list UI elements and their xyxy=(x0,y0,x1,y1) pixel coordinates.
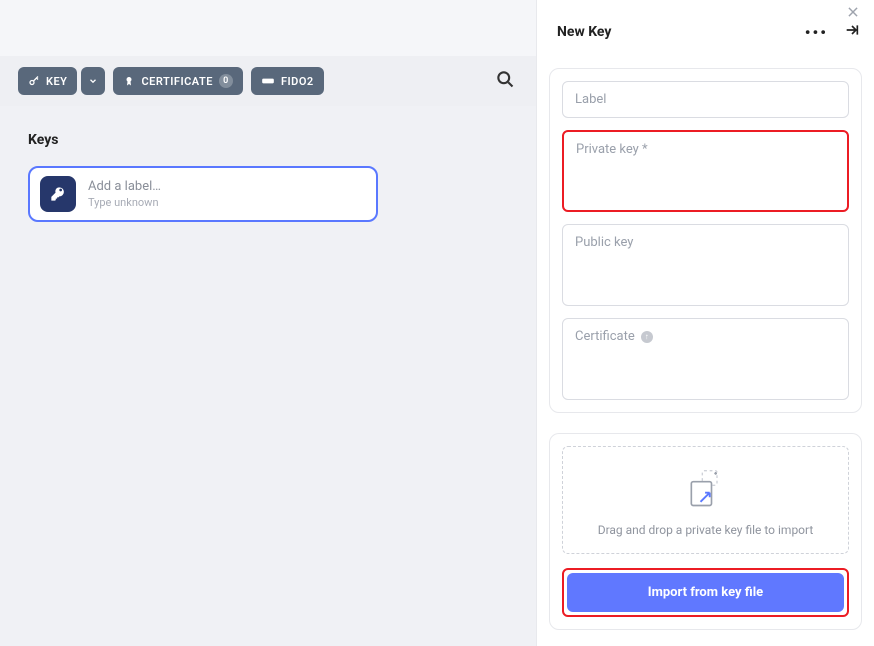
close-panel-button[interactable] xyxy=(846,4,860,23)
filter-chip-certificate[interactable]: CERTIFICATE 0 xyxy=(113,67,243,95)
certificate-input[interactable]: Certificate ↑ xyxy=(562,318,849,400)
key-item-label: Add a label… xyxy=(88,179,161,194)
dropzone-text: Drag and drop a private key file to impo… xyxy=(573,523,838,537)
panel-title: New Key xyxy=(557,24,611,40)
certificate-icon xyxy=(123,75,135,87)
field-placeholder: Public key xyxy=(575,235,633,250)
app-header xyxy=(0,0,537,56)
fido2-icon xyxy=(261,76,275,86)
more-options-button[interactable]: ••• xyxy=(805,23,828,42)
close-icon xyxy=(846,5,860,19)
key-item-icon-box xyxy=(40,176,76,212)
import-button-label: Import from key file xyxy=(648,585,763,600)
filter-chip-label: FIDO2 xyxy=(281,75,314,88)
filter-key-dropdown[interactable] xyxy=(81,67,105,95)
chevron-down-icon xyxy=(88,76,98,86)
new-key-panel: New Key ••• Label Private key * Public k… xyxy=(537,0,874,646)
filter-bar: KEY CERTIFICATE 0 FIDO2 xyxy=(0,56,537,106)
label-input[interactable]: Label xyxy=(562,81,849,118)
expand-panel-button[interactable] xyxy=(842,22,862,42)
filter-chip-fido2[interactable]: FIDO2 xyxy=(251,67,324,95)
search-icon xyxy=(495,69,515,89)
expand-icon xyxy=(842,22,862,38)
dropzone-icon xyxy=(573,467,838,511)
key-item-sublabel: Type unknown xyxy=(88,196,161,209)
import-button-highlight: Import from key file xyxy=(562,568,849,617)
public-key-input[interactable]: Public key xyxy=(562,224,849,306)
certificate-count-badge: 0 xyxy=(219,74,233,88)
upload-icon: ↑ xyxy=(641,331,653,343)
key-icon xyxy=(50,186,66,202)
field-placeholder: Private key * xyxy=(576,142,648,157)
key-list-item[interactable]: Add a label… Type unknown xyxy=(28,166,378,222)
section-title-keys: Keys xyxy=(28,132,509,148)
key-icon xyxy=(28,75,40,87)
key-form-card: Label Private key * Public key Certifica… xyxy=(549,68,862,413)
import-from-file-button[interactable]: Import from key file xyxy=(567,573,844,612)
field-placeholder: Label xyxy=(575,92,606,107)
search-button[interactable] xyxy=(491,65,519,97)
filter-chip-label: CERTIFICATE xyxy=(141,75,213,88)
filter-chip-label: KEY xyxy=(46,75,67,88)
private-key-input[interactable]: Private key * xyxy=(562,130,849,212)
file-dropzone[interactable]: Drag and drop a private key file to impo… xyxy=(562,446,849,554)
field-placeholder: Certificate xyxy=(575,329,635,344)
import-card: Drag and drop a private key file to impo… xyxy=(549,433,862,630)
filter-chip-key[interactable]: KEY xyxy=(18,67,77,95)
